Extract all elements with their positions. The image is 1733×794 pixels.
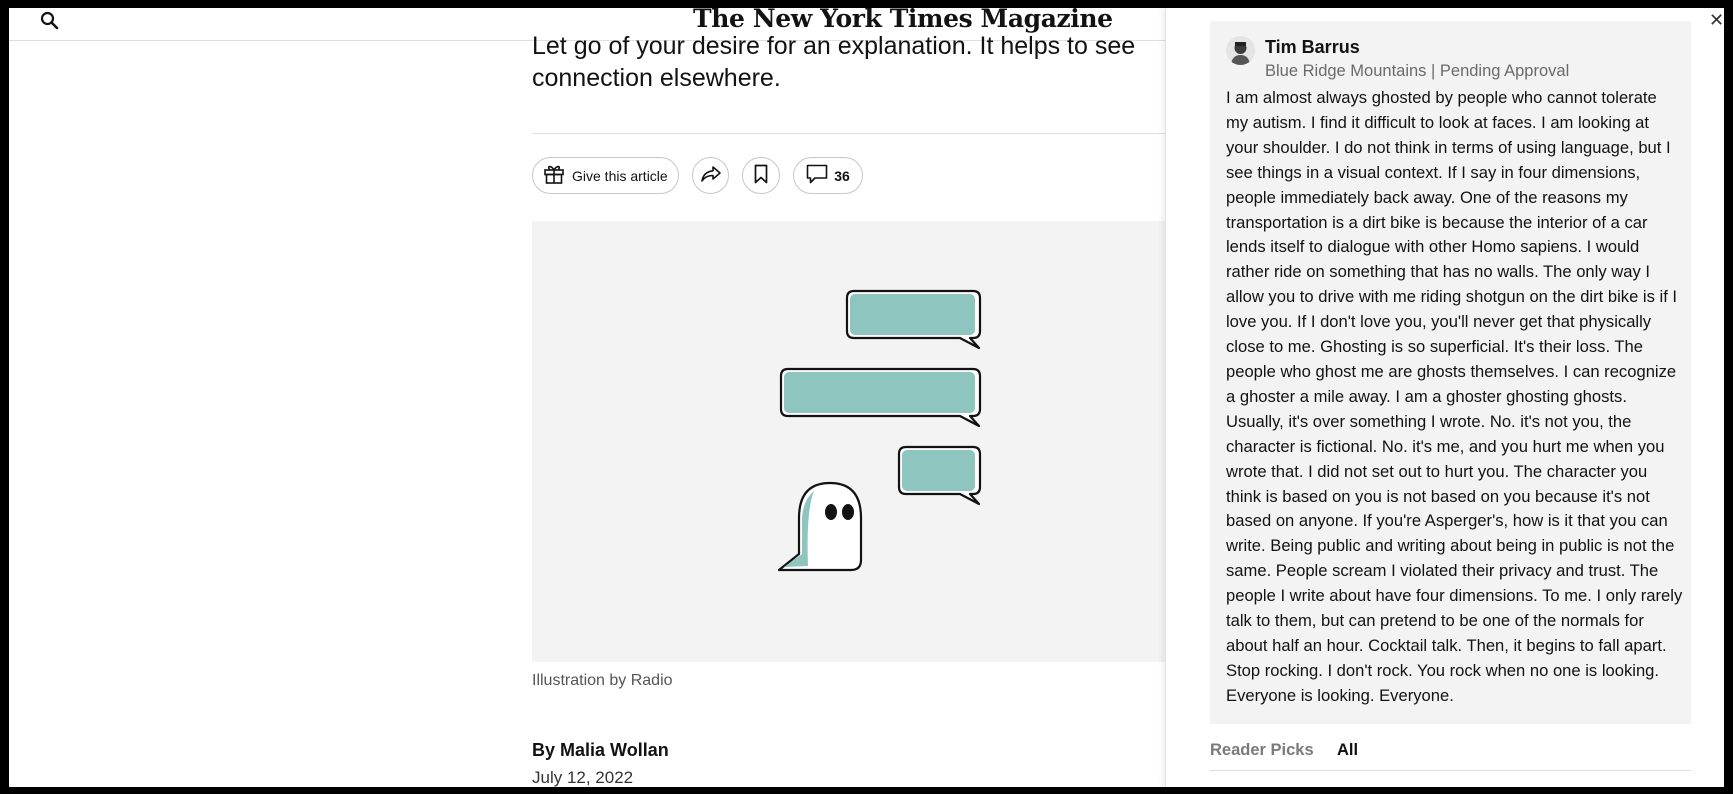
comment-tabs: Reader Picks All bbox=[1210, 741, 1691, 771]
share-button[interactable] bbox=[692, 157, 729, 194]
article-summary: Let go of your desire for an explanation… bbox=[532, 32, 1136, 92]
speech-bubble-icon bbox=[779, 367, 982, 428]
commenter-name: Tim Barrus bbox=[1265, 37, 1360, 57]
gift-icon bbox=[543, 163, 565, 188]
ghost-icon bbox=[777, 481, 863, 572]
search-icon[interactable] bbox=[39, 10, 61, 32]
tab-all[interactable]: All bbox=[1337, 741, 1358, 760]
comment-text: I am almost always ghosted by people who… bbox=[1226, 88, 1683, 705]
divider bbox=[532, 133, 1172, 134]
avatar[interactable] bbox=[1226, 36, 1255, 65]
give-article-label: Give this article bbox=[572, 167, 668, 184]
publish-date: July 12, 2022 bbox=[532, 768, 634, 787]
article-illustration bbox=[532, 221, 1172, 662]
byline[interactable]: By Malia Wollan bbox=[532, 740, 669, 761]
comments-button[interactable]: 36 bbox=[793, 157, 863, 194]
comments-count: 36 bbox=[834, 167, 850, 184]
speech-bubble-icon bbox=[897, 445, 982, 506]
close-icon[interactable]: ✕ bbox=[1709, 10, 1724, 31]
commenter-location-status: Blue Ridge Mountains | Pending Approval bbox=[1265, 62, 1570, 80]
tab-reader-picks[interactable]: Reader Picks bbox=[1210, 741, 1314, 760]
comments-panel: Tim Barrus Blue Ridge Mountains | Pendin… bbox=[1165, 8, 1724, 787]
speech-bubble-icon bbox=[845, 289, 982, 350]
save-button[interactable] bbox=[742, 157, 780, 194]
bookmark-icon bbox=[753, 164, 769, 187]
image-caption: Illustration by Radio bbox=[532, 672, 673, 689]
comment-card: Tim Barrus Blue Ridge Mountains | Pendin… bbox=[1210, 21, 1691, 724]
comment-icon bbox=[806, 164, 828, 187]
share-icon bbox=[700, 164, 722, 187]
give-article-button[interactable]: Give this article bbox=[532, 157, 679, 194]
browser-page: The New York Times Magazine Let go of yo… bbox=[9, 8, 1724, 787]
